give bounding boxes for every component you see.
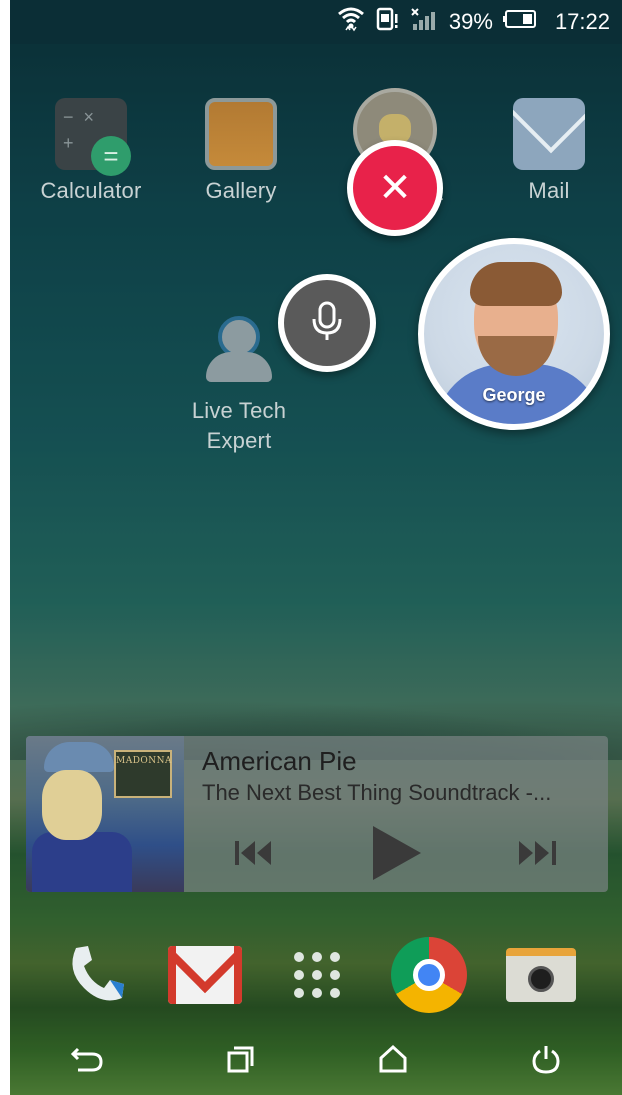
battery-percent: 39% <box>448 9 493 34</box>
app-label: Gallery <box>205 178 277 203</box>
next-icon <box>519 841 557 865</box>
mail-icon <box>513 98 585 170</box>
app-label-line2: Expert <box>206 428 272 453</box>
app-label: Calculator <box>40 178 142 203</box>
back-button[interactable] <box>57 1029 117 1089</box>
app-drawer-icon <box>294 952 340 998</box>
close-call-button[interactable]: ✕ <box>347 140 443 236</box>
microphone-icon <box>307 299 347 348</box>
app-drawer-button[interactable] <box>278 936 356 1014</box>
album-brand: MADONNA <box>114 750 172 798</box>
chrome-icon <box>391 937 467 1013</box>
track-title: American Pie <box>202 746 357 776</box>
wifi-icon <box>337 6 365 38</box>
recents-icon <box>227 1046 253 1072</box>
gmail-icon <box>168 946 242 1004</box>
music-widget[interactable]: MADONNA American Pie The Next Best Thing… <box>26 736 608 892</box>
camera-app[interactable] <box>502 936 580 1014</box>
agent-photo-hair <box>470 262 562 306</box>
playback-controls <box>184 818 608 888</box>
home-screen: 39% 17:22 − ×+ = Calculator Gallery ert … <box>10 0 622 1095</box>
album-art[interactable]: MADONNA <box>26 736 184 892</box>
agent-name: George <box>482 385 546 405</box>
sim-icon <box>375 6 399 38</box>
navigation-bar <box>10 1022 622 1095</box>
live-tech-expert-icon <box>204 316 274 386</box>
previous-icon <box>234 841 271 865</box>
phone-icon <box>72 946 124 1001</box>
app-calculator[interactable]: − × + = Calculator <box>26 98 156 204</box>
back-icon <box>70 1047 103 1071</box>
power-button[interactable] <box>516 1029 576 1089</box>
battery-icon <box>502 9 537 35</box>
play-icon <box>372 826 421 880</box>
chrome-app[interactable] <box>390 936 468 1014</box>
track-subtitle: The Next Best Thing Soundtrack -... <box>202 780 552 805</box>
gmail-app[interactable] <box>166 936 244 1014</box>
previous-button[interactable] <box>220 823 290 883</box>
clock: 17:22 <box>554 9 610 34</box>
home-icon <box>379 1044 406 1072</box>
power-icon <box>531 1045 560 1074</box>
dock <box>10 928 622 1018</box>
camera-icon <box>506 948 576 1002</box>
signal-icon <box>409 6 439 38</box>
app-label: Mail <box>528 178 570 203</box>
app-mail[interactable]: Mail <box>484 98 614 204</box>
calculator-icon: − × + = <box>55 98 131 176</box>
home-button[interactable] <box>363 1029 423 1089</box>
close-icon: ✕ <box>378 166 412 210</box>
phone-app[interactable] <box>56 936 134 1014</box>
microphone-button[interactable] <box>278 274 376 372</box>
gallery-icon <box>205 98 277 170</box>
next-button[interactable] <box>502 823 572 883</box>
agent-bubble[interactable]: George <box>418 238 610 430</box>
app-label-line1: Live Tech <box>191 398 287 423</box>
recents-button[interactable] <box>210 1029 270 1089</box>
play-button[interactable] <box>361 823 431 883</box>
status-bar: 39% 17:22 <box>10 0 622 44</box>
app-gallery[interactable]: Gallery <box>176 98 306 204</box>
